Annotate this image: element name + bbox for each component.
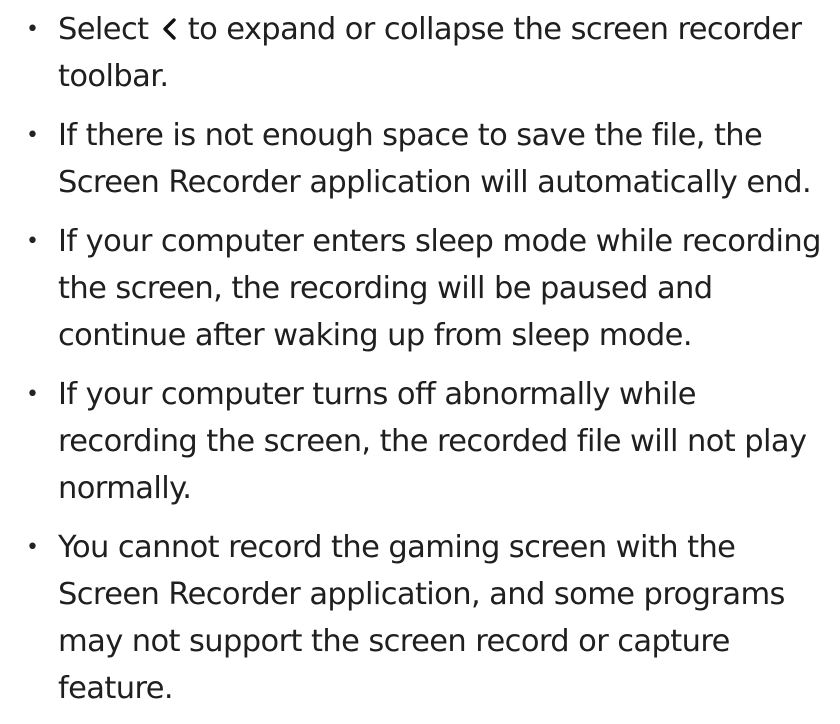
notes-list: • Select to expand or collapse the scree… [22, 6, 836, 724]
bullet: • [26, 123, 39, 148]
note-item-storage: • If there is not enough space to save t… [22, 112, 836, 206]
bullet: • [26, 229, 39, 254]
note-text-select: Select [58, 12, 149, 47]
note-item-gaming: • You cannot record the gaming screen wi… [22, 524, 836, 712]
note-text-sleep: If your computer enters sleep mode while… [58, 224, 821, 353]
note-item-toolbar: • Select to expand or collapse the scree… [22, 6, 836, 100]
note-text-storage: If there is not enough space to save the… [58, 118, 812, 200]
note-item-shutdown: • If your computer turns off abnormally … [22, 371, 836, 512]
bullet: • [26, 382, 39, 407]
note-text-gaming: You cannot record the gaming screen with… [58, 530, 785, 706]
bullet: • [26, 535, 39, 560]
bullet: • [26, 17, 39, 42]
note-text-shutdown: If your computer turns off abnormally wh… [58, 377, 807, 506]
chevron-left-icon [160, 17, 178, 41]
note-item-sleep: • If your computer enters sleep mode whi… [22, 218, 836, 359]
